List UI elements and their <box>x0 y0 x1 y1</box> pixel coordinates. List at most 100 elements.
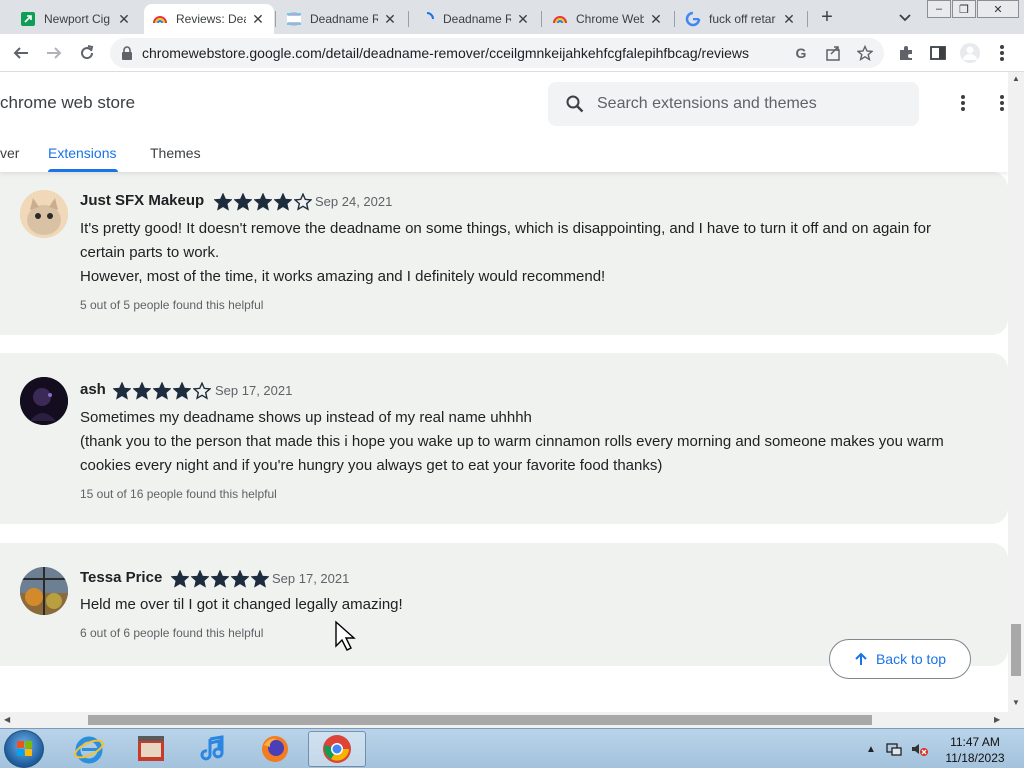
star-filled-icon <box>254 193 272 211</box>
scroll-corner <box>1008 712 1024 728</box>
scroll-down-icon[interactable]: ▼ <box>1012 698 1020 707</box>
helpful-count: 15 out of 16 people found this helpful <box>80 487 277 501</box>
close-icon[interactable]: ✕ <box>781 11 797 27</box>
google-lens-icon[interactable]: G <box>792 44 810 62</box>
google-icon <box>685 11 701 27</box>
tab-4[interactable]: Chrome Web ✕ <box>544 4 672 34</box>
review-date: Sep 24, 2021 <box>315 194 393 209</box>
close-icon[interactable]: ✕ <box>116 11 132 27</box>
scroll-right-icon[interactable]: ▶ <box>994 715 1000 724</box>
review-text: Held me over til I got it changed legall… <box>80 593 980 617</box>
itunes-icon[interactable] <box>184 731 242 767</box>
close-window-button[interactable]: ✕ <box>977 0 1019 18</box>
more-options-icon[interactable] <box>960 94 966 112</box>
close-icon[interactable]: ✕ <box>250 11 266 27</box>
start-button[interactable] <box>4 730 44 768</box>
star-filled-icon <box>191 570 209 588</box>
back-arrow-icon[interactable] <box>10 42 32 64</box>
close-icon[interactable]: ✕ <box>382 11 398 27</box>
network-icon[interactable] <box>886 741 902 757</box>
reload-icon[interactable] <box>76 42 98 64</box>
star-rating <box>113 382 211 400</box>
review-card: ash Sep 17, 2021 Sometimes my deadname s… <box>0 353 1008 524</box>
review-date: Sep 17, 2021 <box>272 571 350 586</box>
review-line: Held me over til I got it changed legall… <box>80 596 403 613</box>
star-filled-icon <box>133 382 151 400</box>
store-header: chrome web store Search extensions and t… <box>0 72 1008 172</box>
active-tab-indicator <box>48 169 118 172</box>
system-tray: ▲ <box>866 729 928 768</box>
store-brand[interactable]: chrome web store <box>0 93 135 113</box>
back-to-top-label: Back to top <box>875 651 947 667</box>
tab-themes[interactable]: Themes <box>150 145 201 161</box>
tab-title: Chrome Web <box>576 12 644 26</box>
star-filled-icon <box>153 382 171 400</box>
tab-divider <box>408 11 409 27</box>
new-tab-button[interactable]: + <box>816 6 838 28</box>
internet-explorer-icon[interactable] <box>60 731 118 767</box>
tab-1[interactable]: Reviews: Dea ✕ <box>144 4 274 34</box>
media-center-icon[interactable] <box>122 731 180 767</box>
share-icon[interactable] <box>824 44 842 62</box>
green-flag-icon <box>20 11 36 27</box>
reviewer-name: Tessa Price <box>80 569 163 586</box>
windows-taskbar: ▲ 11:47 AM 11/18/2023 <box>0 728 1024 768</box>
star-filled-icon <box>214 193 232 211</box>
lock-icon[interactable] <box>120 45 134 61</box>
search-input[interactable]: Search extensions and themes <box>548 82 919 126</box>
star-filled-icon <box>211 570 229 588</box>
search-placeholder: Search extensions and themes <box>597 95 817 112</box>
horizontal-scrollbar[interactable]: ◀ ▶ <box>0 712 1008 728</box>
extensions-puzzle-icon[interactable] <box>895 42 917 64</box>
web-page: chrome web store Search extensions and t… <box>0 72 1008 712</box>
browser-toolbar: chromewebstore.google.com/detail/deadnam… <box>0 34 1024 72</box>
tab-extensions[interactable]: Extensions <box>48 145 116 161</box>
bookmark-star-icon[interactable] <box>856 44 874 62</box>
tab-strip: Newport Cig ✕ Reviews: Dea ✕ Deadname R … <box>0 0 1024 34</box>
firefox-icon[interactable] <box>246 731 304 767</box>
forward-arrow-icon[interactable] <box>43 42 65 64</box>
back-to-top-button[interactable]: Back to top <box>829 639 971 679</box>
side-panel-icon[interactable] <box>927 42 949 64</box>
vertical-scroll-thumb[interactable] <box>1011 624 1021 676</box>
chrome-icon[interactable] <box>308 731 366 767</box>
review-card: Just SFX Makeup Sep 24, 2021 It's pretty… <box>0 172 1008 335</box>
reviewer-name: ash <box>80 381 106 398</box>
volume-muted-icon[interactable] <box>910 741 928 757</box>
review-line: It's pretty good! It doesn't remove the … <box>80 220 931 261</box>
tab-5[interactable]: fuck off retar ✕ <box>677 4 805 34</box>
close-icon[interactable]: ✕ <box>648 11 664 27</box>
review-line: However, most of the time, it works amaz… <box>80 268 606 285</box>
minimize-button[interactable]: – <box>927 0 951 18</box>
star-filled-icon <box>274 193 292 211</box>
tab-divider <box>807 11 808 27</box>
star-empty-icon <box>294 193 312 211</box>
tab-0[interactable]: Newport Cig ✕ <box>12 4 140 34</box>
maximize-button[interactable]: ❐ <box>952 0 976 18</box>
address-bar[interactable]: chromewebstore.google.com/detail/deadnam… <box>110 38 884 68</box>
taskbar-clock[interactable]: 11:47 AM 11/18/2023 <box>940 734 1010 766</box>
tab-2[interactable]: Deadname R ✕ <box>278 4 406 34</box>
tab-search-icon[interactable] <box>896 8 914 26</box>
browser-menu-icon[interactable] <box>991 42 1013 64</box>
scroll-up-icon[interactable]: ▲ <box>1012 74 1020 83</box>
vertical-scrollbar[interactable]: ▲ ▼ <box>1008 72 1024 712</box>
apps-menu-icon[interactable] <box>999 94 1005 112</box>
tab-3[interactable]: Deadname R ✕ <box>411 4 539 34</box>
rainbow-icon <box>152 11 168 27</box>
profile-avatar[interactable] <box>959 42 981 64</box>
horizontal-scroll-thumb[interactable] <box>88 715 872 725</box>
star-filled-icon <box>173 382 191 400</box>
tab-title: Deadname R <box>310 12 378 26</box>
helpful-count: 5 out of 5 people found this helpful <box>80 298 264 312</box>
tab-discover[interactable]: ver <box>0 145 19 161</box>
scroll-left-icon[interactable]: ◀ <box>4 715 10 724</box>
url-text[interactable]: chromewebstore.google.com/detail/deadnam… <box>142 45 749 61</box>
avatar <box>20 377 68 425</box>
arrow-up-icon <box>855 652 867 665</box>
close-icon[interactable]: ✕ <box>515 11 531 27</box>
trans-flag-icon <box>286 11 302 27</box>
star-filled-icon <box>113 382 131 400</box>
tab-title: Newport Cig <box>44 12 111 26</box>
tray-expand-icon[interactable]: ▲ <box>866 744 876 755</box>
